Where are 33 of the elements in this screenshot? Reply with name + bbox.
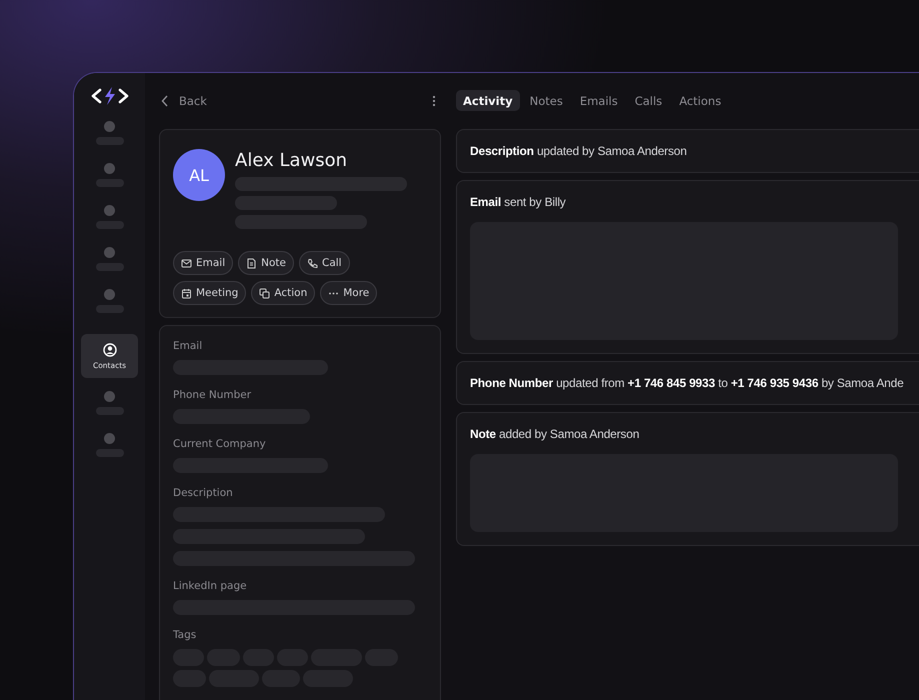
field-label: Tags [173, 629, 198, 641]
field-label: Description [173, 487, 234, 499]
field-label: Phone Number [173, 389, 252, 401]
phone-icon [307, 258, 318, 268]
field-label: Current Company [173, 438, 267, 450]
envelope-icon [181, 258, 192, 268]
user-icon [102, 342, 116, 356]
back-button[interactable]: Back [161, 94, 207, 108]
activity-text: Note added by Samoa Anderson [470, 426, 640, 442]
field-label: Email [173, 340, 204, 352]
avatar: AL [173, 149, 225, 201]
copy-icon [259, 288, 270, 298]
action-button[interactable]: Meeting [173, 281, 246, 305]
more-vertical-icon[interactable] [432, 94, 436, 106]
tab[interactable]: Activity [456, 90, 520, 111]
tab[interactable]: Notes [522, 90, 570, 111]
field-label: LinkedIn page [173, 580, 248, 592]
contact-name: Alex Lawson [235, 150, 348, 171]
activity-text: Phone Number updated from +1 746 845 9933 to +1 746 935 9436 by Samoa Ande [470, 375, 905, 391]
action-button[interactable]: Call [299, 251, 350, 275]
action-button[interactable]: Action [251, 281, 316, 305]
activity-text: Description updated by Samoa Anderson [470, 143, 688, 159]
document-icon [246, 258, 258, 268]
tab[interactable]: Actions [672, 90, 728, 111]
action-button[interactable]: Email [173, 251, 234, 275]
action-button[interactable]: Note [238, 251, 294, 275]
logo-icon [90, 86, 128, 106]
tab[interactable]: Emails [572, 90, 625, 111]
activity-text: Email sent by Billy [470, 194, 567, 210]
tab[interactable]: Calls [628, 90, 670, 111]
chevron-left-icon [161, 94, 169, 106]
calendar-icon [181, 288, 192, 298]
action-button[interactable]: More [320, 281, 378, 305]
